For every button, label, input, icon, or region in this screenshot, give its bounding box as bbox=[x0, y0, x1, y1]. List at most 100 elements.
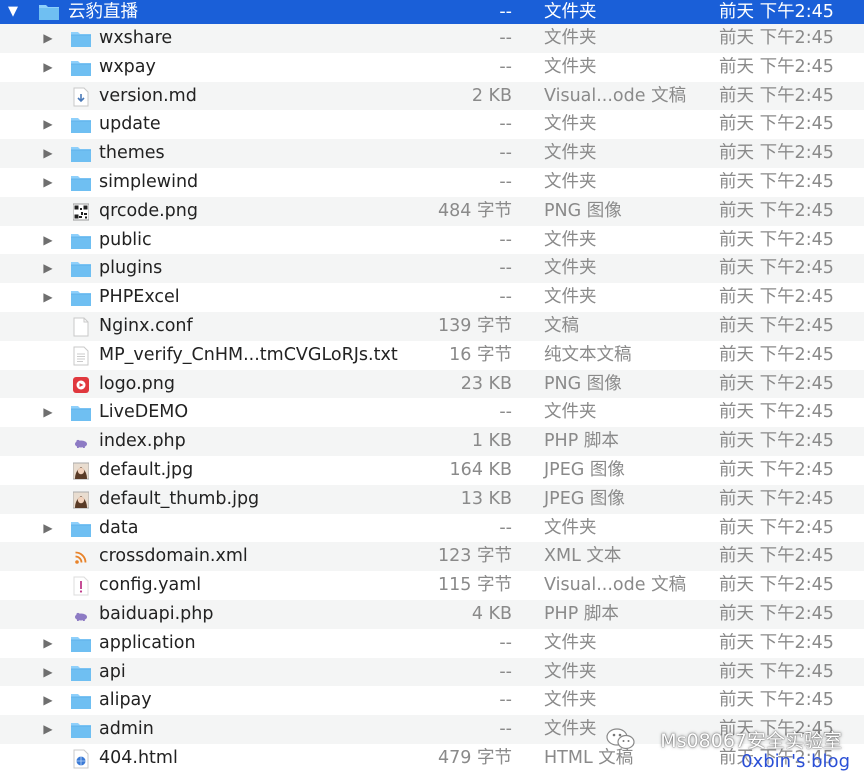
item-kind: JPEG 图像 bbox=[544, 459, 625, 480]
item-size: -- bbox=[499, 632, 512, 653]
disclosure-collapsed-icon[interactable]: ▶ bbox=[41, 168, 55, 197]
folder-row[interactable]: ▶ wxpay -- 文件夹 前天 下午2:45 bbox=[0, 53, 864, 82]
item-size: -- bbox=[499, 171, 512, 192]
file-list: ▼ 云豹直播 -- 文件夹 前天 下午2:45 ▶ wxshare -- 文件夹 前天 … bbox=[0, 0, 864, 773]
item-name: LiveDEMO bbox=[99, 402, 189, 423]
folder-row[interactable]: ▶ application -- 文件夹 前天 下午2:45 bbox=[0, 629, 864, 658]
item-size: -- bbox=[499, 690, 512, 711]
disclosure-collapsed-icon[interactable]: ▶ bbox=[41, 283, 55, 312]
item-size: -- bbox=[499, 114, 512, 135]
file-row[interactable]: baiduapi.php 4 KB PHP 脚本 前天 下午2:45 bbox=[0, 599, 864, 629]
disclosure-collapsed-icon[interactable]: ▶ bbox=[41, 514, 55, 543]
item-date: 前天 下午2:45 bbox=[719, 632, 834, 653]
item-date: 前天 下午2:45 bbox=[719, 517, 834, 538]
item-date: 前天 下午2:45 bbox=[719, 373, 834, 394]
item-date: 前天 下午2:45 bbox=[719, 114, 834, 135]
item-date: 前天 下午2:45 bbox=[719, 56, 834, 77]
disclosure-collapsed-icon[interactable]: ▶ bbox=[41, 226, 55, 255]
file-row[interactable]: logo.png 23 KB PNG 图像 前天 下午2:45 bbox=[0, 369, 864, 399]
item-date: 前天 下午2:45 bbox=[719, 287, 834, 308]
folder-row[interactable]: ▶ LiveDEMO -- 文件夹 前天 下午2:45 bbox=[0, 398, 864, 427]
file-row[interactable]: config.yaml 115 字节 Visual...ode 文稿 前天 下午2:4… bbox=[0, 571, 864, 600]
folder-row[interactable]: ▶ wxshare -- 文件夹 前天 下午2:45 bbox=[0, 24, 864, 53]
item-kind: 文件夹 bbox=[544, 143, 597, 164]
item-name: admin bbox=[99, 719, 154, 740]
folder-row[interactable]: ▶ plugins -- 文件夹 前天 下午2:45 bbox=[0, 254, 864, 284]
item-size: -- bbox=[499, 229, 512, 250]
item-size: 164 KB bbox=[449, 459, 512, 480]
item-size: -- bbox=[499, 661, 512, 682]
item-name: config.yaml bbox=[99, 575, 202, 596]
item-size: -- bbox=[499, 287, 512, 308]
file-row[interactable]: Nginx.conf 139 字节 文稿 前天 下午2:45 bbox=[0, 311, 864, 341]
item-date: 前天 下午2:45 bbox=[719, 344, 834, 365]
item-size: 4 KB bbox=[471, 603, 512, 624]
file-row[interactable]: index.php 1 KB PHP 脚本 前天 下午2:45 bbox=[0, 427, 864, 456]
item-name: logo.png bbox=[99, 373, 175, 394]
item-date: 前天 下午2:45 bbox=[719, 200, 834, 221]
item-size: -- bbox=[499, 28, 512, 48]
disclosure-collapsed-icon[interactable]: ▶ bbox=[41, 139, 55, 168]
item-kind: 文件夹 bbox=[544, 402, 597, 423]
disclosure-collapsed-icon[interactable]: ▶ bbox=[41, 629, 55, 658]
item-kind: 文件夹 bbox=[544, 690, 597, 711]
folder-row[interactable]: ▶ update -- 文件夹 前天 下午2:45 bbox=[0, 110, 864, 139]
item-date: 前天 下午2:45 bbox=[719, 315, 834, 336]
item-kind: 文稿 bbox=[544, 315, 579, 336]
item-date: 前天 下午2:45 bbox=[719, 603, 834, 624]
item-kind: XML 文本 bbox=[544, 546, 622, 567]
file-row[interactable]: crossdomain.xml 123 字节 XML 文本 前天 下午2:45 bbox=[0, 542, 864, 572]
item-name: PHPExcel bbox=[99, 287, 180, 308]
file-row[interactable]: qrcode.png 484 字节 PNG 图像 前天 下午2:45 bbox=[0, 196, 864, 226]
item-name: simplewind bbox=[99, 171, 199, 192]
disclosure-collapsed-icon[interactable]: ▶ bbox=[41, 254, 55, 283]
root-folder-kind: 文件夹 bbox=[544, 2, 597, 22]
item-kind: Visual...ode 文稿 bbox=[544, 575, 687, 596]
item-date: 前天 下午2:45 bbox=[719, 402, 834, 423]
disclosure-collapsed-icon[interactable]: ▶ bbox=[41, 53, 55, 82]
item-kind: 文件夹 bbox=[544, 719, 597, 740]
item-name: themes bbox=[99, 143, 165, 164]
folder-row[interactable]: ▶ alipay -- 文件夹 前天 下午2:45 bbox=[0, 686, 864, 715]
item-size: -- bbox=[499, 143, 512, 164]
item-name: version.md bbox=[99, 85, 197, 106]
item-size: 16 字节 bbox=[449, 344, 512, 365]
folder-row[interactable]: ▶ data -- 文件夹 前天 下午2:45 bbox=[0, 514, 864, 543]
disclosure-collapsed-icon[interactable]: ▶ bbox=[41, 110, 55, 139]
file-row[interactable]: default_thumb.jpg 13 KB JPEG 图像 前天 下午2:45 bbox=[0, 484, 864, 514]
item-date: 前天 下午2:45 bbox=[719, 488, 834, 509]
item-name: default.jpg bbox=[99, 459, 194, 480]
folder-row[interactable]: ▶ api -- 文件夹 前天 下午2:45 bbox=[0, 657, 864, 687]
folder-row[interactable]: ▶ themes -- 文件夹 前天 下午2:45 bbox=[0, 139, 864, 168]
disclosure-expanded-icon[interactable]: ▼ bbox=[6, 0, 20, 24]
root-folder-size: -- bbox=[499, 2, 512, 22]
folder-row-root[interactable]: ▼ 云豹直播 -- 文件夹 前天 下午2:45 bbox=[0, 0, 864, 24]
item-date: 前天 下午2:45 bbox=[719, 28, 834, 48]
item-name: application bbox=[99, 632, 196, 653]
file-row[interactable]: MP_verify_CnHM...tmCVGLoRJs.txt 16 字节 纯文本文… bbox=[0, 341, 864, 370]
disclosure-collapsed-icon[interactable]: ▶ bbox=[41, 398, 55, 427]
disclosure-collapsed-icon[interactable]: ▶ bbox=[41, 658, 55, 687]
disclosure-collapsed-icon[interactable]: ▶ bbox=[41, 24, 55, 53]
item-date: 前天 下午2:45 bbox=[719, 690, 834, 711]
disclosure-collapsed-icon[interactable]: ▶ bbox=[41, 715, 55, 744]
folder-row[interactable]: ▶ public -- 文件夹 前天 下午2:45 bbox=[0, 226, 864, 255]
item-size: 139 字节 bbox=[438, 315, 512, 336]
item-date: 前天 下午2:45 bbox=[719, 546, 834, 567]
item-size: -- bbox=[499, 517, 512, 538]
folder-row[interactable]: ▶ PHPExcel -- 文件夹 前天 下午2:45 bbox=[0, 283, 864, 312]
file-row[interactable]: version.md 2 KB Visual...ode 文稿 前天 下午2:45 bbox=[0, 81, 864, 111]
watermark-blog: 0xbin's blog bbox=[741, 751, 850, 772]
item-kind: JPEG 图像 bbox=[544, 488, 625, 509]
root-folder-name: 云豹直播 bbox=[68, 2, 138, 22]
file-row[interactable]: default.jpg 164 KB JPEG 图像 前天 下午2:45 bbox=[0, 456, 864, 485]
item-kind: 文件夹 bbox=[544, 171, 597, 192]
item-name: api bbox=[99, 661, 126, 682]
item-kind: 文件夹 bbox=[544, 28, 597, 48]
disclosure-collapsed-icon[interactable]: ▶ bbox=[41, 686, 55, 715]
folder-row[interactable]: ▶ simplewind -- 文件夹 前天 下午2:45 bbox=[0, 168, 864, 197]
item-name: 404.html bbox=[99, 747, 178, 768]
item-size: -- bbox=[499, 56, 512, 77]
item-date: 前天 下午2:45 bbox=[719, 143, 834, 164]
item-kind: 文件夹 bbox=[544, 114, 597, 135]
